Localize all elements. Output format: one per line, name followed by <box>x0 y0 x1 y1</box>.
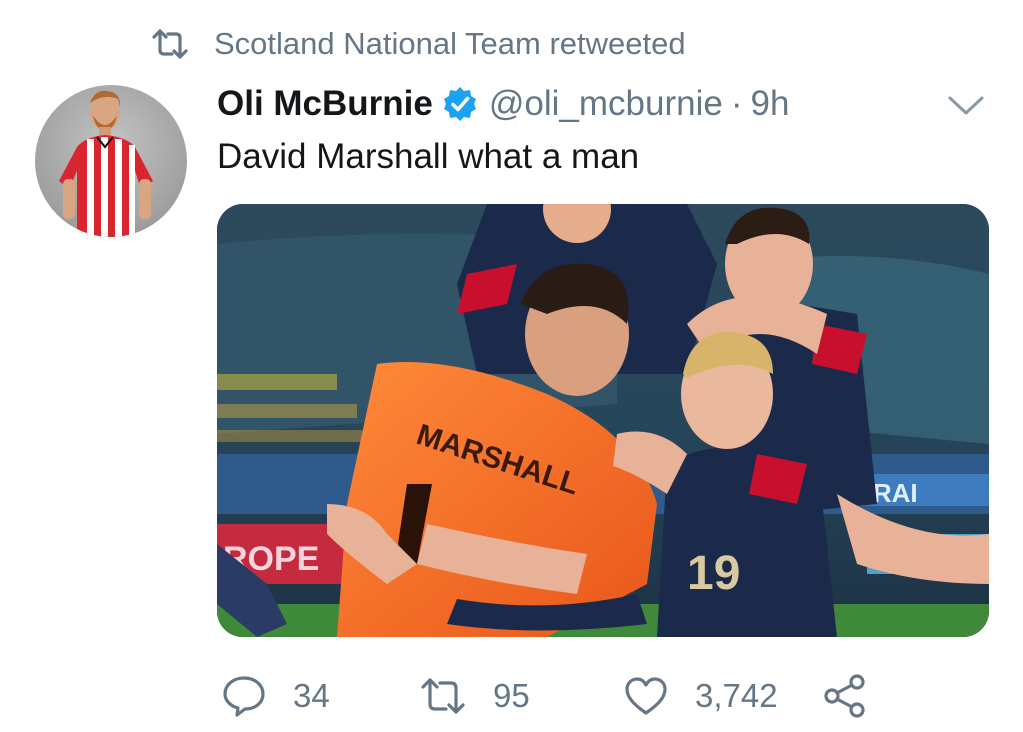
verified-badge-icon <box>441 85 479 123</box>
separator-dot: · <box>730 84 743 123</box>
tweet-actions: 34 95 3,742 <box>217 668 917 724</box>
avatar[interactable] <box>35 85 187 237</box>
reply-icon <box>221 673 267 719</box>
retweet-icon <box>150 28 190 60</box>
chevron-down-icon[interactable] <box>946 92 986 120</box>
author-handle[interactable]: @oli_mcburnie <box>489 84 723 124</box>
heart-icon <box>623 675 669 717</box>
retweet-count: 95 <box>493 677 530 714</box>
reply-count: 34 <box>293 677 330 714</box>
tweet-author-line[interactable]: Oli McBurnie @oli_mcburnie · 9h <box>217 80 789 128</box>
tweet-text: David Marshall what a man <box>217 137 640 176</box>
retweet-icon <box>419 676 467 716</box>
tweet-media-photo[interactable]: TRAI ROPE 19 MARSHALL <box>217 204 989 637</box>
svg-text:19: 19 <box>687 547 740 600</box>
share-icon <box>822 673 868 719</box>
retweet-button[interactable]: 95 <box>419 668 530 724</box>
author-display-name[interactable]: Oli McBurnie <box>217 84 433 124</box>
tweet-timestamp[interactable]: 9h <box>751 84 790 124</box>
retweet-context[interactable]: Scotland National Team retweeted <box>150 22 686 66</box>
reply-button[interactable]: 34 <box>221 668 330 724</box>
like-button[interactable]: 3,742 <box>623 668 778 724</box>
tweet-card[interactable]: Scotland National Team retweeted Oli McB… <box>0 0 1023 732</box>
share-button[interactable] <box>822 668 894 724</box>
like-count: 3,742 <box>695 677 778 714</box>
retweet-context-text: Scotland National Team retweeted <box>214 26 686 61</box>
